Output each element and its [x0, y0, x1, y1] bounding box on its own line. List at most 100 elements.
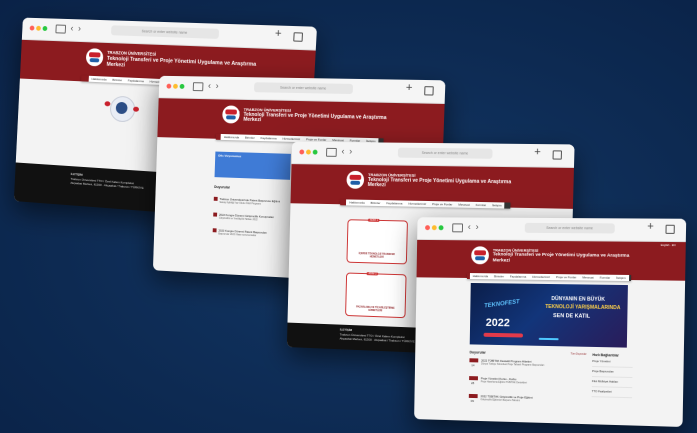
- minimize-window-icon[interactable]: [36, 25, 41, 31]
- menu-item[interactable]: Faydalanma: [507, 274, 529, 279]
- teknofest-banner[interactable]: TEKNOFEST 2022 DÜNYANIN EN BÜYÜK TEKNOLO…: [469, 282, 628, 348]
- news-item[interactable]: 28 Proje Yönetimi Kursu - Kurbu Proje Ha…: [469, 376, 586, 393]
- browser-toolbar: ‹ › Search or enter website name +: [417, 217, 687, 243]
- menu-item[interactable]: Hakkımızda: [221, 135, 242, 140]
- menu-item[interactable]: Birimler: [242, 136, 258, 140]
- news-item-desc: Girişimcilik ve Yenilikçilik Haftası 202…: [218, 216, 258, 222]
- close-window-icon[interactable]: [166, 83, 172, 89]
- forward-icon[interactable]: ›: [349, 146, 352, 156]
- step-caption: ADIM 2: [366, 272, 379, 276]
- banner-pill: [483, 332, 523, 338]
- university-logo[interactable]: [85, 48, 104, 67]
- maximize-window-icon[interactable]: [312, 149, 318, 155]
- minimize-window-icon[interactable]: [173, 83, 178, 89]
- menu-item[interactable]: Hizmetlerimiz: [405, 202, 429, 206]
- news-item[interactable]: 14 2022 TÜBİTAK Destekli Program Hibeler…: [469, 358, 586, 375]
- new-tab-icon[interactable]: +: [406, 82, 413, 94]
- close-window-icon[interactable]: [29, 25, 35, 31]
- forward-icon[interactable]: ›: [78, 23, 81, 33]
- quick-links: Hızlı Bağlantılar Proje Yönetimi Proje B…: [591, 353, 633, 399]
- sidebar-icon[interactable]: [55, 24, 67, 34]
- banner-slogan-2: TEKNOLOJİ YARIŞMALARINDA: [545, 303, 621, 312]
- vision-panel-title: Ofis Vizyonumuz: [218, 153, 242, 159]
- university-logo[interactable]: [222, 105, 240, 124]
- tabs-overview-icon[interactable]: [424, 86, 434, 96]
- menu-item[interactable]: İletişim: [613, 276, 629, 280]
- menu-item[interactable]: Birimler: [109, 78, 125, 83]
- menu-item[interactable]: Mevzuat: [455, 203, 472, 207]
- url-bar[interactable]: Search or enter website name: [253, 82, 354, 95]
- new-tab-icon[interactable]: +: [275, 28, 282, 41]
- menu-item[interactable]: Formlar: [597, 276, 614, 280]
- maximize-window-icon[interactable]: [438, 225, 444, 231]
- minimize-window-icon[interactable]: [431, 225, 437, 231]
- vision-panel: Ofis Vizyonumuz: [214, 151, 291, 180]
- menu-item[interactable]: İletişim: [489, 203, 505, 207]
- news-day: 28: [470, 381, 475, 386]
- menu-item[interactable]: Proje ve Fonlar: [553, 275, 579, 279]
- menu-item[interactable]: Proje ve Fonlar: [429, 202, 455, 207]
- banner-dots: [538, 337, 559, 341]
- back-icon[interactable]: ‹: [468, 222, 471, 232]
- menu-item[interactable]: Birimler: [491, 274, 507, 278]
- close-window-icon[interactable]: [425, 225, 430, 231]
- news-item[interactable]: 09 2022 TÜBİTAK Girişimcilik ve Proje Eğ…: [468, 393, 586, 411]
- service-step-card[interactable]: ADIM 1 İÇERDE TEKNOLOJİ TRANSFER HİZMETL…: [346, 218, 408, 265]
- tabs-overview-icon[interactable]: [293, 32, 304, 42]
- university-logo[interactable]: [471, 246, 490, 265]
- service-step-card[interactable]: ADIM 2 PAZARLAMA VE TİCARİLEŞTİRME HİZME…: [345, 272, 407, 319]
- back-icon[interactable]: ‹: [341, 146, 344, 156]
- maximize-window-icon[interactable]: [179, 83, 185, 89]
- close-window-icon[interactable]: [299, 149, 305, 155]
- minimize-window-icon[interactable]: [306, 149, 311, 155]
- news-day: 14: [471, 363, 475, 368]
- back-icon[interactable]: ‹: [70, 23, 73, 33]
- all-news-link[interactable]: Tüm Duyurular: [571, 352, 587, 355]
- news-date-badge: [468, 393, 478, 399]
- menu-item[interactable]: Faydalanma: [383, 201, 405, 205]
- sidebar-icon[interactable]: [452, 223, 464, 233]
- news-item-desc: Sanayi İşbirliği Yaz Okulu Ödül Programı: [219, 200, 261, 206]
- menu-item[interactable]: Mevzuat: [579, 275, 596, 279]
- menu-item[interactable]: Birimler: [368, 201, 384, 205]
- menu-item[interactable]: Faydalanma: [125, 78, 147, 84]
- new-tab-icon[interactable]: +: [534, 146, 541, 158]
- forward-icon[interactable]: ›: [216, 81, 219, 91]
- search-icon[interactable]: [504, 202, 511, 209]
- menu-item[interactable]: Hizmetlerimiz: [280, 137, 304, 142]
- news-title: Duyurular: [469, 350, 486, 355]
- illustration: [101, 91, 141, 133]
- new-tab-icon[interactable]: +: [647, 221, 654, 233]
- menu-item[interactable]: Hakkımızda: [89, 77, 110, 82]
- news-date-badge: [469, 358, 479, 363]
- search-icon[interactable]: [628, 274, 632, 282]
- forward-icon[interactable]: ›: [476, 222, 479, 232]
- tabs-overview-icon[interactable]: [665, 224, 675, 234]
- site-title: TRABZON ÜNİVERSİTESİ Teknoloji Transferi…: [106, 50, 256, 74]
- url-bar[interactable]: Search or enter website name: [110, 25, 220, 39]
- banner-year: 2022: [485, 316, 510, 330]
- main-menu: Hakkımızda Birimler Faydalanma Hizmetler…: [466, 273, 632, 282]
- maximize-window-icon[interactable]: [42, 26, 48, 32]
- back-icon[interactable]: ‹: [208, 80, 211, 90]
- quick-link[interactable]: TTO Faaliyetleri: [591, 387, 633, 399]
- sidebar-icon[interactable]: [326, 147, 337, 157]
- url-bar[interactable]: Search or enter website name: [397, 147, 493, 159]
- news-item-desc: Proje Hazırlama Eğitimi TÜBİTAK Destekle…: [480, 380, 527, 385]
- browser-window-4: ‹ › Search or enter website name + Engli…: [414, 217, 687, 427]
- news-date-badge: [469, 376, 478, 381]
- site-title: TRABZON ÜNİVERSİTESİ Teknoloji Transferi…: [243, 107, 387, 128]
- menu-item[interactable]: Faydalanma: [258, 136, 280, 141]
- menu-item[interactable]: Hakkımızda: [346, 200, 367, 204]
- banner-brand: TEKNOFEST: [483, 299, 521, 310]
- sidebar-icon[interactable]: [192, 82, 204, 92]
- topbar-language[interactable]: English · EN: [661, 244, 676, 247]
- university-logo[interactable]: [346, 170, 365, 189]
- menu-item[interactable]: Hakkımızda: [470, 274, 491, 278]
- menu-item[interactable]: Formlar: [473, 203, 490, 207]
- tabs-overview-icon[interactable]: [552, 150, 563, 160]
- url-bar[interactable]: Search or enter website name: [524, 222, 615, 234]
- site-title: TRABZON ÜNİVERSİTESİ Teknoloji Transferi…: [493, 248, 630, 265]
- menu-item[interactable]: Hizmetlerimiz: [529, 275, 553, 279]
- news-item-desc: Dünya Türkiye Teknofest Proje Tabanlı Pr…: [481, 362, 545, 367]
